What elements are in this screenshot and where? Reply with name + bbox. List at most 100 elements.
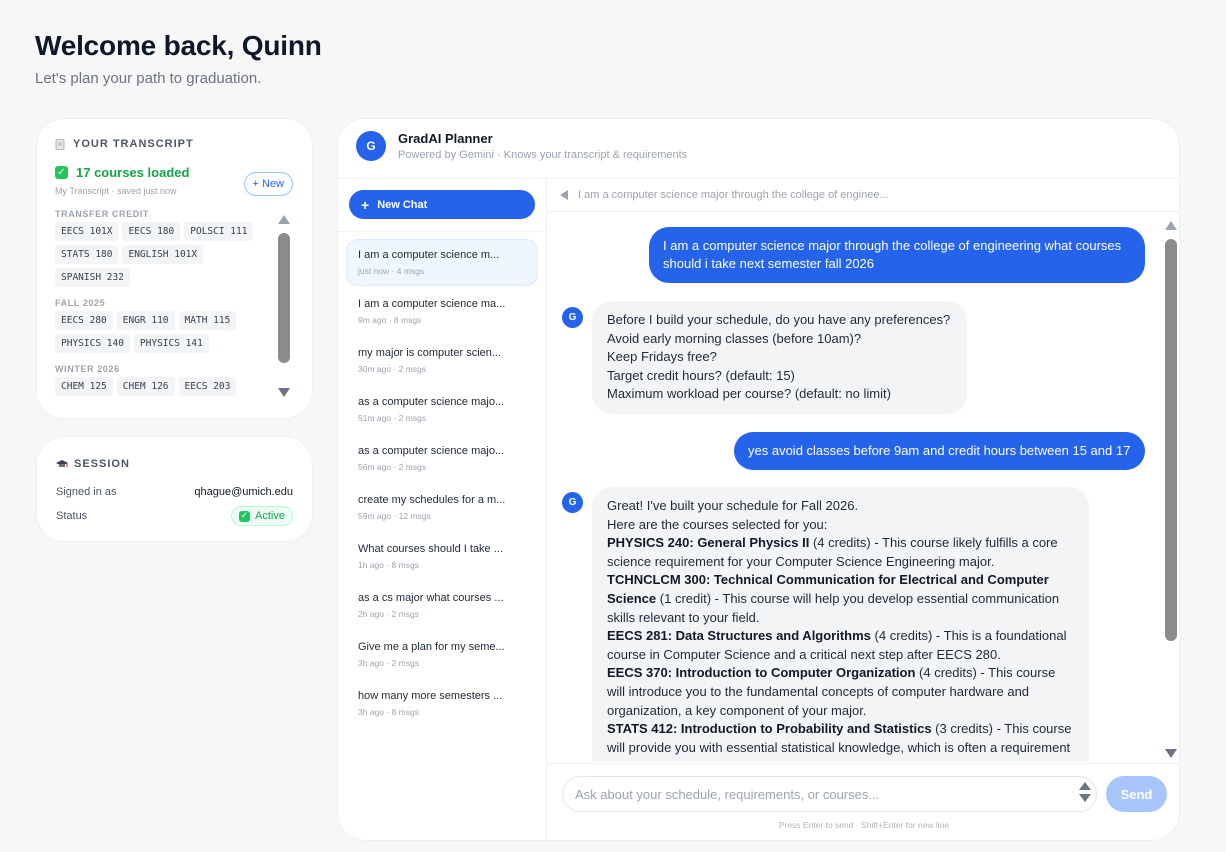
scroll-down-arrow-icon[interactable] — [1165, 749, 1177, 758]
chat-history-title: I am a computer science ma... — [358, 298, 506, 310]
composer-hint: Press Enter to send · Shift+Enter for ne… — [778, 820, 950, 830]
chat-breadcrumb[interactable]: I am a computer science major through th… — [547, 179, 1179, 212]
chat-history-meta: 3h ago · 8 msgs — [358, 707, 419, 717]
session-title-label: SESSION — [74, 458, 130, 470]
user-message: I am a computer science major through th… — [649, 227, 1145, 283]
assistant-avatar: G — [562, 492, 583, 513]
course-chip: ENGR 110 — [116, 311, 175, 330]
check-icon: ✓ — [239, 510, 251, 522]
signed-in-row: Signed in as qhague@umich.edu — [56, 486, 293, 498]
planner-avatar: G — [356, 131, 386, 161]
message-text: organization, a key component of your ma… — [607, 702, 867, 718]
chat-history-sidebar: + New Chat I am a computer science m... … — [338, 179, 547, 840]
chat-history-item[interactable]: create my schedules for a m... 59m ago ·… — [346, 484, 538, 531]
scroll-down-arrow-icon[interactable] — [278, 388, 290, 397]
chat-history-title: my major is computer scien... — [358, 347, 502, 359]
message-text: will introduce you to the fundamental co… — [607, 683, 1030, 699]
chat-history-meta: 59m ago · 12 msgs — [358, 511, 431, 521]
planner-subtitle: Powered by Gemini · Knows your transcrip… — [398, 149, 688, 161]
course-name: PHYSICS 240: General Physics II — [607, 535, 810, 551]
course-suggestion: Science (1 credit) - This course will he… — [607, 590, 1074, 609]
assistant-message: Before I build your schedule, do you hav… — [592, 301, 967, 414]
chat-history-item[interactable]: What courses should I take ... 1h ago · … — [346, 533, 538, 580]
scroll-up-arrow-icon[interactable] — [278, 215, 290, 224]
course-chip: SPANISH 232 — [55, 268, 130, 287]
status-badge: ✓ Active — [231, 506, 293, 526]
transcript-title-label: YOUR TRANSCRIPT — [73, 138, 194, 150]
page-title: Welcome back, Quinn — [35, 30, 322, 61]
course-suggestion: TCHNCLCM 300: Technical Communication fo… — [607, 571, 1074, 590]
message-text: Maximum workload per course? (default: n… — [607, 386, 891, 402]
message-scrollbar[interactable] — [1164, 221, 1178, 758]
new-chat-button[interactable]: + New Chat — [349, 190, 535, 219]
chat-history-item[interactable]: as a cs major what courses ... 2h ago · … — [346, 582, 538, 629]
status-label: Status — [56, 510, 88, 522]
scroll-up-arrow-icon[interactable] — [1165, 221, 1177, 230]
chat-history-item[interactable]: I am a computer science ma... 9m ago · 8… — [346, 288, 538, 335]
message-input[interactable] — [562, 776, 1097, 812]
signed-in-email: qhague@umich.edu — [194, 486, 293, 498]
chat-history-title: as a computer science majo... — [358, 445, 505, 457]
message-text: Avoid early morning classes (before 10am… — [607, 330, 862, 346]
course-chip: POLSCI 111 — [184, 222, 254, 241]
chat-history-item[interactable]: as a computer science majo... 51m ago · … — [346, 386, 538, 433]
course-chip: CHEM 125 — [55, 377, 113, 396]
courses-loaded-text: 17 courses loaded — [76, 165, 190, 180]
chat-history-item[interactable]: Give me a plan for my seme... 3h ago · 2… — [346, 631, 538, 678]
chat-history-item[interactable]: I am a computer science m... just now · … — [346, 239, 538, 286]
page-header: Welcome back, Quinn Let's plan your path… — [35, 30, 322, 87]
input-resize-spinner[interactable] — [1079, 782, 1091, 802]
chat-history-item[interactable]: how many more semesters ... 3h ago · 8 m… — [346, 680, 538, 727]
transcript-scrollbar[interactable] — [277, 215, 291, 397]
chat-history-title: What courses should I take ... — [358, 543, 503, 555]
transcript-course-list[interactable]: TRANSFER CREDIT EECS 101X EECS 180 POLSC… — [55, 209, 263, 404]
spinner-down-icon[interactable] — [1079, 794, 1091, 802]
transcript-title: YOUR TRANSCRIPT — [55, 138, 294, 150]
message-text: science requirement for your Computer Sc… — [607, 553, 995, 569]
assistant-message: Great! I've built your schedule for Fall… — [592, 487, 1089, 762]
message-text: Keep Fridays free? — [607, 349, 717, 365]
message-text: should i take next semester fall 2026 — [663, 256, 875, 271]
course-suggestion: STATS 412: Introduction to Probability a… — [607, 720, 1074, 739]
planner-header: G GradAI Planner Powered by Gemini · Kno… — [338, 119, 1179, 179]
page-subtitle: Let's plan your path to graduation. — [35, 70, 262, 87]
spinner-up-icon[interactable] — [1079, 782, 1091, 790]
message-text: yes avoid classes before 9am and credit … — [748, 443, 1131, 458]
plus-icon: + — [361, 196, 370, 213]
message-text: I am a computer science major through th… — [663, 238, 1122, 253]
user-message: yes avoid classes before 9am and credit … — [734, 432, 1145, 470]
message-text: (4 credits) - This course — [915, 665, 1056, 681]
course-name: EECS 281: Data Structures and Algorithms — [607, 628, 871, 644]
course-chip: ENGLISH 101X — [122, 245, 204, 264]
course-chip: EECS 101X — [55, 222, 119, 241]
send-button[interactable]: Send — [1106, 776, 1167, 812]
chat-history-item[interactable]: my major is computer scien... 30m ago · … — [346, 337, 538, 384]
chat-breadcrumb-title: I am a computer science major through th… — [578, 189, 889, 201]
status-row: Status ✓ Active — [56, 506, 293, 526]
chat-history-title: Give me a plan for my seme... — [358, 641, 505, 653]
course-suggestion: PHYSICS 240: General Physics II (4 credi… — [607, 534, 1074, 553]
signed-in-label: Signed in as — [56, 486, 117, 498]
chat-history-meta: just now · 4 msgs — [358, 266, 425, 276]
chat-history-meta: 56m ago · 2 msgs — [358, 462, 427, 472]
chat-history-meta: 9m ago · 8 msgs — [358, 315, 422, 325]
course-name: Science — [607, 590, 657, 606]
new-transcript-button[interactable]: + New — [243, 172, 293, 196]
message-list[interactable]: I am a computer science major through th… — [547, 213, 1162, 762]
chat-history-item[interactable]: as a computer science majo... 56m ago · … — [346, 435, 538, 482]
course-chip: PHYSICS 140 — [55, 334, 130, 353]
chat-history-title: as a computer science majo... — [358, 396, 505, 408]
message-text: Great! I've built your schedule for Fall… — [607, 498, 859, 513]
course-name: EECS 370: Introduction to Computer Organ… — [607, 665, 916, 681]
message-text: Here are the courses selected for you: — [607, 516, 828, 532]
scroll-thumb[interactable] — [278, 233, 290, 363]
chat-pane: I am a computer science major through th… — [547, 179, 1179, 840]
planner-panel: G GradAI Planner Powered by Gemini · Kno… — [337, 118, 1180, 841]
chat-history-title: create my schedules for a m... — [358, 494, 506, 506]
collapse-sidebar-icon[interactable] — [560, 190, 568, 200]
message-text: Target credit hours? (default: 15) — [607, 367, 795, 383]
message-text: (3 credits) - This course — [931, 721, 1072, 737]
course-chip: CHEM 126 — [116, 377, 175, 396]
chat-history-title: how many more semesters ... — [358, 690, 503, 702]
scroll-thumb[interactable] — [1165, 239, 1177, 641]
